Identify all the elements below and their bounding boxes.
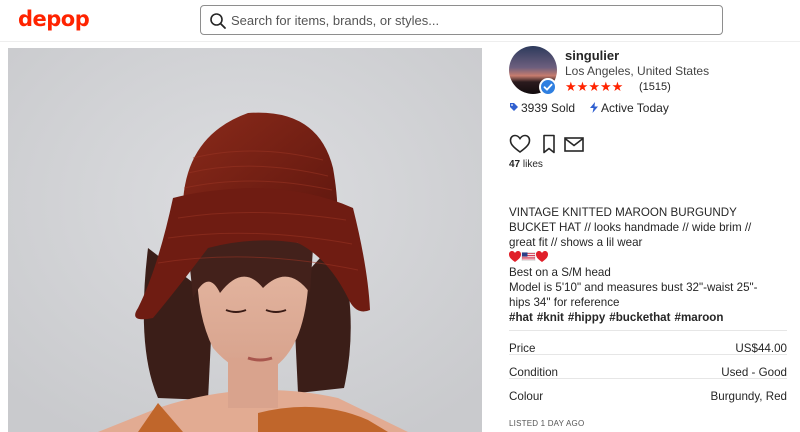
search-icon xyxy=(210,13,226,29)
description-line: BUCKET HAT // looks handmade // wide bri… xyxy=(509,221,752,234)
star-icon: ★ xyxy=(576,79,589,94)
message-icon[interactable] xyxy=(563,134,585,154)
star-icon: ★ xyxy=(611,79,624,94)
detail-value: Burgundy, Red xyxy=(710,390,787,403)
detail-row-condition: Condition Used - Good xyxy=(509,354,787,379)
seller-username[interactable]: singulier xyxy=(565,48,619,63)
rating-stars[interactable]: ★★★★★ xyxy=(565,79,623,95)
detail-row-price: Price US$44.00 xyxy=(509,330,787,355)
hashtag-link[interactable]: #hat xyxy=(509,311,533,324)
search-input[interactable] xyxy=(231,10,711,30)
item-details-table: Price US$44.00 Condition Used - Good Col… xyxy=(509,330,787,403)
star-icon: ★ xyxy=(599,79,612,94)
detail-label: Colour xyxy=(509,390,544,403)
detail-row-colour: Colour Burgundy, Red xyxy=(509,378,787,403)
description-line: Best on a S/M head xyxy=(509,266,611,279)
hashtags: #hat #knit #hippy #buckethat #maroon xyxy=(509,310,794,325)
hat-model-image xyxy=(8,48,482,432)
star-icon: ★ xyxy=(565,79,577,94)
hashtag-link[interactable]: #maroon xyxy=(675,311,724,324)
hashtag-link[interactable]: #knit xyxy=(537,311,564,324)
lightning-icon xyxy=(590,102,598,113)
depop-logo[interactable]: depop xyxy=(18,7,90,31)
bookmark-icon[interactable] xyxy=(538,134,560,154)
verified-badge-icon xyxy=(539,78,557,96)
likes-number: 47 xyxy=(509,159,521,170)
search-bar[interactable] xyxy=(200,5,723,35)
product-photo[interactable] xyxy=(8,48,482,432)
item-description: VINTAGE KNITTED MAROON BURGUNDY BUCKET H… xyxy=(509,205,794,325)
listed-time: LISTED 1 DAY AGO xyxy=(509,419,585,428)
top-header: depop xyxy=(0,0,800,42)
likes-count[interactable]: 47 likes xyxy=(509,159,543,170)
hashtag-link[interactable]: #hippy xyxy=(568,311,605,324)
likes-label: likes xyxy=(522,159,543,170)
description-line: great fit // shows a lil wear xyxy=(509,236,643,249)
tag-icon xyxy=(510,103,518,111)
sold-count: 3939 Sold xyxy=(521,101,576,115)
description-line: hips 34" for reference xyxy=(509,296,620,309)
star-icon: ★ xyxy=(588,79,600,94)
heart-icon[interactable] xyxy=(509,134,531,154)
description-line: VINTAGE KNITTED MAROON BURGUNDY xyxy=(509,206,737,219)
description-line: Model is 5'10" and measures bust 32"-wai… xyxy=(509,281,758,294)
emoji-hearts-flag xyxy=(509,250,794,265)
seller-location: Los Angeles, United States xyxy=(565,64,710,78)
hashtag-link[interactable]: #buckethat xyxy=(609,311,670,324)
review-count[interactable]: (1515) xyxy=(639,81,671,93)
active-status: Active Today xyxy=(601,101,669,115)
